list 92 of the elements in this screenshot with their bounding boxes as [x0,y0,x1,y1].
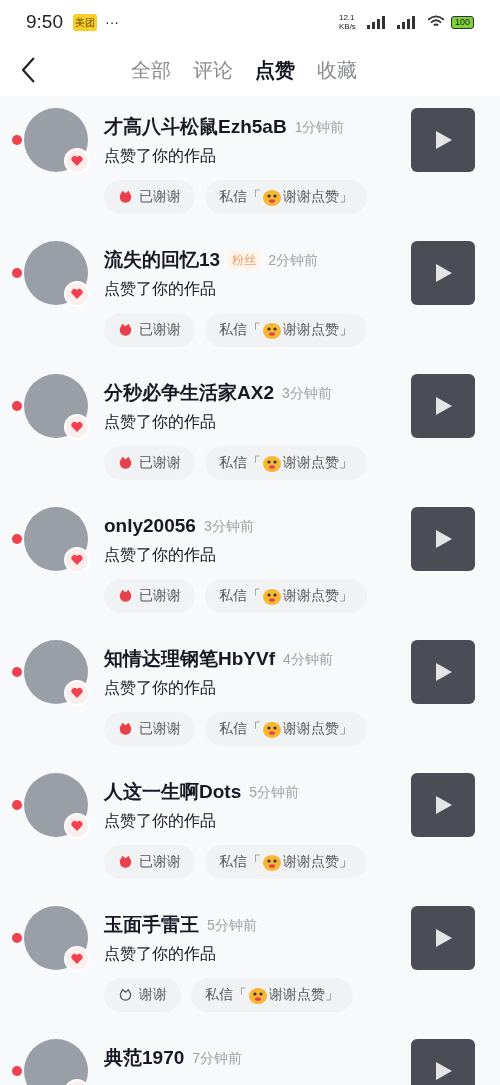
user-name[interactable]: only20056 [104,512,196,541]
message-prefix: 私信「 [219,453,261,472]
action-text: 点赞了你的作品 [104,943,217,964]
action-text: 点赞了你的作品 [104,544,217,565]
status-time: 9:50 [26,9,63,34]
flower-icon [118,189,133,204]
message-text: 谢谢点赞」 [283,586,353,605]
flower-icon [118,588,133,603]
message-button[interactable]: 私信「 谢谢点赞」 [205,445,367,480]
play-icon [433,395,453,417]
message-text: 谢谢点赞」 [283,719,353,738]
back-icon[interactable] [22,57,35,83]
action-text: 点赞了你的作品 [104,810,217,831]
video-thumbnail[interactable] [411,773,475,837]
heart-badge-icon [64,813,90,839]
user-name[interactable]: 知情达理钢笔HbYVf [104,645,275,674]
heart-badge-icon [64,281,90,307]
message-button[interactable]: 私信「 谢谢点赞」 [191,977,353,1012]
user-name[interactable]: 典范1970 [104,1044,185,1073]
tab[interactable]: 全部 [131,55,171,85]
flower-icon [118,854,133,869]
message-text: 谢谢点赞」 [283,453,353,472]
message-text: 谢谢点赞」 [269,985,339,1004]
time-text: 7分钟前 [192,1048,243,1068]
user-name[interactable]: 才高八斗松鼠Ezh5aB [104,113,287,142]
thank-button[interactable]: 已谢谢 [104,312,195,347]
thank-button[interactable]: 已谢谢 [104,844,195,879]
user-name[interactable]: 玉面手雷王 [104,911,199,940]
wifi-icon [426,15,445,29]
message-button[interactable]: 私信「 谢谢点赞」 [205,578,367,613]
heart-badge-icon [64,414,90,440]
message-text: 谢谢点赞」 [283,852,353,871]
heart-badge-icon [64,148,90,174]
time-text: 2分钟前 [268,250,318,270]
time-text: 5分钟前 [207,915,257,935]
action-text: 点赞了你的作品 [104,411,217,432]
video-thumbnail[interactable] [411,640,475,704]
video-thumbnail[interactable] [411,241,475,305]
video-thumbnail[interactable] [411,507,475,571]
flower-icon [118,721,133,736]
thank-button[interactable]: 谢谢 [104,977,181,1012]
video-thumbnail[interactable] [411,1039,475,1085]
message-prefix: 私信「 [219,586,261,605]
play-icon [433,661,453,683]
heart-badge-icon [64,680,90,706]
play-icon [433,129,453,151]
avatar[interactable] [24,1039,88,1085]
flower-icon [118,322,133,337]
heart-badge-icon [64,946,90,972]
time-text: 1分钟前 [294,117,345,137]
thank-button[interactable]: 已谢谢 [104,711,195,746]
action-text: 点赞了你的作品 [104,677,217,698]
action-text: 点赞了你的作品 [104,145,217,166]
play-icon [433,1060,453,1082]
time-text: 3分钟前 [281,383,332,403]
more-text: ··· [105,12,119,32]
message-button[interactable]: 私信「 谢谢点赞」 [205,711,367,746]
message-text: 谢谢点赞」 [283,320,353,339]
message-prefix: 私信「 [219,852,261,871]
thank-button[interactable]: 已谢谢 [104,445,195,480]
message-text: 谢谢点赞」 [283,187,353,206]
message-button[interactable]: 私信「 谢谢点赞」 [205,312,367,347]
action-text: 点赞了你的作品 [104,278,217,299]
play-icon [433,927,453,949]
thank-button[interactable]: 已谢谢 [104,578,195,613]
time-text: 3分钟前 [203,516,254,536]
message-prefix: 私信「 [219,719,261,738]
thank-button[interactable]: 已谢谢 [104,179,195,214]
user-name[interactable]: 流失的回忆13 [104,246,221,275]
heart-badge-icon [64,547,90,573]
time-text: 5分钟前 [249,782,300,802]
play-icon [433,262,453,284]
message-prefix: 私信「 [219,187,261,206]
video-thumbnail[interactable] [411,374,475,438]
user-name[interactable]: 分秒必争生活家AX2 [104,379,274,408]
battery-indicator: 100 [450,15,474,29]
flower-icon [118,987,133,1002]
time-text: 4分钟前 [283,649,333,669]
tab[interactable]: 点赞 [255,55,295,85]
message-button[interactable]: 私信「 谢谢点赞」 [205,179,367,214]
user-name[interactable]: 人这一生啊Dots [104,778,242,807]
message-prefix: 私信「 [219,320,261,339]
video-thumbnail[interactable] [411,906,475,970]
message-button[interactable]: 私信「 谢谢点赞」 [205,844,367,879]
network-speed: 12.1 KB/s [338,13,357,31]
fan-tag: 粉丝 [228,251,261,270]
video-thumbnail[interactable] [411,108,475,172]
flower-icon [118,455,133,470]
play-icon [433,794,453,816]
app-badge: 美团 [73,13,97,31]
play-icon [433,528,453,550]
message-prefix: 私信「 [205,985,247,1004]
